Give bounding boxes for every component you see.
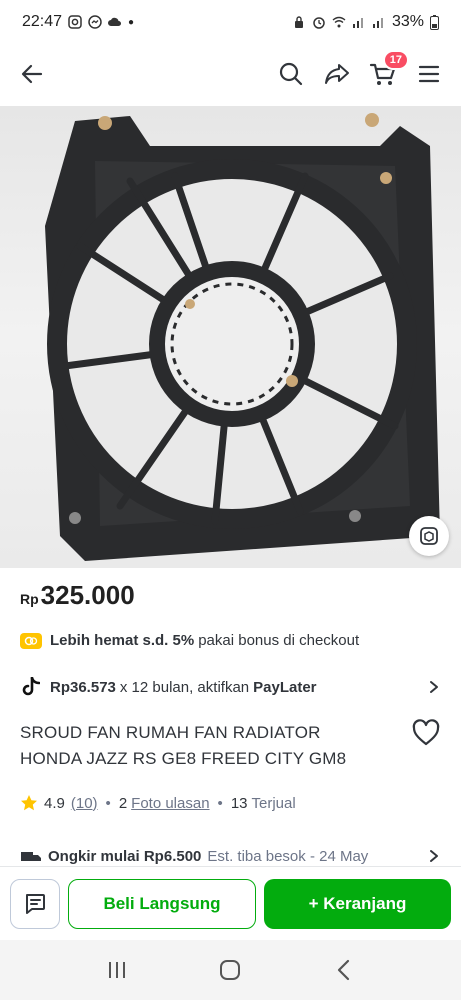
instagram-icon: [68, 15, 82, 29]
fan-shroud-illustration: [45, 113, 440, 561]
paylater-name: PayLater: [253, 678, 317, 696]
search-button[interactable]: [273, 56, 309, 92]
rating-value: 4.9: [44, 794, 65, 812]
separator-dot-2: •: [217, 794, 223, 812]
bottom-action-bar: Beli Langsung + Keranjang: [0, 866, 461, 940]
photo-reviews-link[interactable]: Foto ulasan: [131, 795, 209, 812]
battery-percent: 33%: [391, 13, 424, 30]
chevron-right-icon-2: [430, 850, 438, 862]
home-button[interactable]: [215, 955, 245, 985]
cloud-icon: [108, 17, 122, 26]
cart-count-badge: 17: [382, 50, 409, 70]
sold-count: 13: [230, 794, 248, 812]
truck-icon: [21, 852, 41, 861]
signal-icon-2: [372, 18, 383, 28]
back-nav-button[interactable]: [329, 955, 359, 985]
alarm-icon: [313, 17, 325, 29]
promo-text: pakai bonus di checkout: [198, 632, 360, 649]
shipping-eta: Est. tiba besok - 24 May: [207, 848, 369, 864]
share-button[interactable]: [319, 56, 355, 92]
messenger-icon: [88, 15, 102, 29]
status-bar: 22:47 ● 33%: [0, 0, 461, 44]
product-price: Rp 325.000: [20, 580, 135, 611]
shipping-row[interactable]: Ongkir mulai Rp6.500 Est. tiba besok - 2…: [20, 848, 441, 864]
lock-icon: [294, 16, 303, 28]
status-right: 33%: [292, 13, 439, 31]
photo-count: 2: [118, 794, 128, 812]
share-icon: [325, 64, 349, 84]
rating-count-link[interactable]: (10): [71, 795, 98, 812]
shipping-price: Ongkir mulai Rp6.500: [48, 848, 202, 864]
separator-dot: •: [105, 794, 111, 812]
paylater-row[interactable]: Rp36.573 x 12 bulan, aktifkan PayLater: [20, 676, 441, 698]
wifi-icon: [332, 16, 346, 28]
promo-row[interactable]: Lebih hemat s.d. 5% pakai bonus di check…: [20, 632, 441, 649]
status-dot: ●: [128, 16, 135, 28]
add-to-cart-button[interactable]: + Keranjang: [264, 878, 451, 929]
chevron-left-icon: [338, 959, 350, 981]
app-header: 17: [0, 44, 461, 104]
status-time: 22:47: [22, 13, 63, 30]
battery-icon: [430, 14, 439, 30]
paylater-amount: Rp36.573: [50, 678, 116, 696]
product-title: SROUD FAN RUMAH FAN RADIATOR HONDA JAZZ …: [20, 723, 347, 768]
recent-apps-icon: [108, 962, 125, 978]
buy-now-button[interactable]: Beli Langsung: [68, 878, 256, 929]
sold-label: Terjual: [251, 794, 296, 812]
paylater-terms: x 12 bulan, aktifkan: [119, 678, 250, 696]
heart-icon: [412, 719, 440, 746]
product-image[interactable]: [0, 106, 461, 568]
promo-highlight: Lebih hemat s.d. 5%: [50, 632, 195, 649]
menu-icon: [418, 65, 440, 83]
header-actions: 17: [273, 50, 447, 92]
price-currency: Rp: [20, 591, 39, 607]
system-nav-bar: [0, 940, 461, 1000]
recent-apps-button[interactable]: [102, 955, 132, 985]
rating-row: 4.9 (10) • 2 Foto ulasan • 13 Terjual: [20, 794, 441, 812]
price-value: 325.000: [40, 580, 135, 610]
status-left: 22:47 ●: [22, 13, 134, 31]
star-icon: [21, 795, 37, 811]
wishlist-button[interactable]: [411, 718, 441, 748]
ar-cube-icon: [420, 527, 438, 545]
ar-view-button[interactable]: [409, 516, 449, 556]
home-icon: [220, 960, 241, 980]
chat-button[interactable]: [10, 878, 60, 929]
back-button[interactable]: [14, 56, 50, 92]
menu-button[interactable]: [411, 56, 447, 92]
coin-icon: [20, 632, 42, 649]
chat-icon: [26, 893, 45, 914]
signal-icon: [352, 18, 363, 28]
cart-button[interactable]: 17: [365, 50, 409, 92]
back-arrow-icon: [21, 64, 43, 84]
chevron-right-icon: [430, 681, 438, 693]
search-icon: [279, 62, 303, 86]
tiktok-icon: [20, 676, 42, 698]
